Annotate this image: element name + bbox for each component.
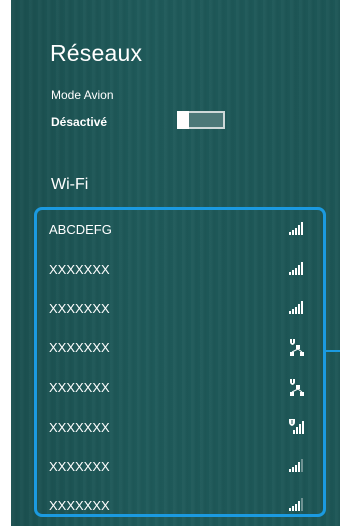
network-item[interactable]: XXXXXXX xyxy=(42,257,318,283)
wifi-network-list: ABCDEFG XXXXXXX XXXXXXX XXXXXXX XXXXXXX … xyxy=(34,207,326,517)
network-item[interactable]: XXXXXXX xyxy=(42,335,318,361)
network-item[interactable]: XXXXXXX xyxy=(42,454,318,480)
shield-network-icon xyxy=(288,378,306,403)
network-name: XXXXXXX xyxy=(49,262,110,277)
network-item[interactable]: ABCDEFG xyxy=(42,217,318,243)
signal-bars-icon xyxy=(288,260,306,281)
signal-bars-icon xyxy=(288,299,306,320)
signal-bars-icon xyxy=(288,457,306,478)
airplane-mode-label: Mode Avion xyxy=(51,88,114,102)
wifi-heading: Wi-Fi xyxy=(51,176,89,193)
signal-bars-icon xyxy=(288,496,306,517)
signal-bars-icon xyxy=(288,220,306,241)
network-item[interactable]: XXXXXXX xyxy=(42,415,318,441)
network-name: XXXXXXX xyxy=(49,340,110,355)
toggle-thumb[interactable] xyxy=(177,111,189,129)
shield-signal-icon xyxy=(288,418,306,441)
shield-network-icon xyxy=(288,338,306,363)
network-item[interactable]: XXXXXXX xyxy=(42,296,318,322)
airplane-mode-toggle[interactable] xyxy=(177,111,225,129)
network-name: XXXXXXX xyxy=(49,301,110,316)
network-name: ABCDEFG xyxy=(49,222,112,237)
network-name: XXXXXXX xyxy=(49,380,110,395)
pane-title: Réseaux xyxy=(50,40,143,66)
callout-connector-line xyxy=(326,350,340,352)
network-name: XXXXXXX xyxy=(49,498,110,513)
network-item[interactable]: XXXXXXX xyxy=(42,493,318,519)
network-name: XXXXXXX xyxy=(49,420,110,435)
network-item[interactable]: XXXXXXX xyxy=(42,375,318,401)
airplane-mode-state: Désactivé xyxy=(51,115,108,129)
network-name: XXXXXXX xyxy=(49,459,110,474)
